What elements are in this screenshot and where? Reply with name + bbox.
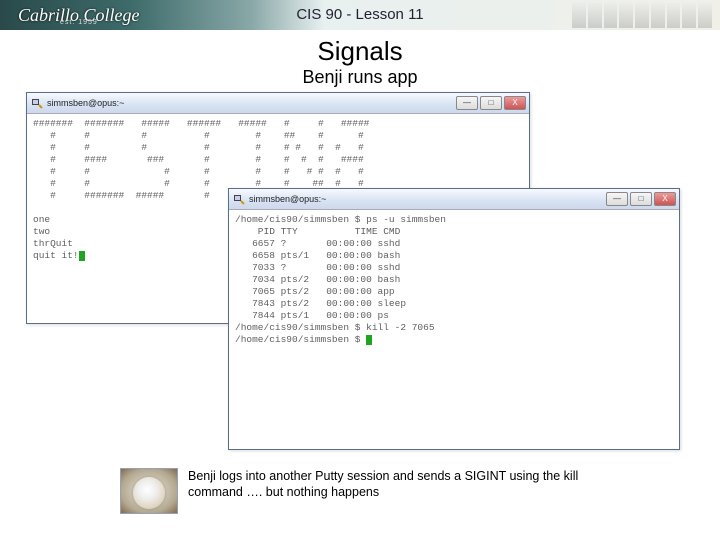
columns-decoration: [572, 2, 712, 28]
putty-icon: [233, 193, 245, 205]
ps-row: 6658 pts/1 00:00:00 bash: [235, 250, 400, 261]
putty-icon: [31, 97, 43, 109]
header-banner: Cabrillo College est. 1959 CIS 90 - Less…: [0, 0, 720, 30]
window2-title: simmsben@opus:~: [249, 194, 326, 204]
terminal-stage: simmsben@opus:~ — □ X ####### ####### ##…: [0, 92, 720, 462]
window1-title: simmsben@opus:~: [47, 98, 124, 108]
ps-row: 7065 pts/2 00:00:00 app: [235, 286, 395, 297]
minimize-button[interactable]: —: [606, 192, 628, 206]
banner-line: # # # # # ## # #: [33, 130, 364, 141]
ps-row: 7843 pts/2 00:00:00 sleep: [235, 298, 406, 309]
banner-line: # # # # # # # # # #: [33, 166, 364, 177]
maximize-button[interactable]: □: [480, 96, 502, 110]
prompt-line: /home/cis90/simmsben $ ps -u simmsben: [235, 214, 446, 225]
ps-row: 6657 ? 00:00:00 sshd: [235, 238, 400, 249]
window-controls-2: — □ X: [606, 192, 679, 206]
cursor-icon: [79, 251, 85, 261]
minimize-button[interactable]: —: [456, 96, 478, 110]
maximize-button[interactable]: □: [630, 192, 652, 206]
window-controls-1: — □ X: [456, 96, 529, 110]
putty-window-2: simmsben@opus:~ — □ X /home/cis90/simmsb…: [228, 188, 680, 450]
ps-header: PID TTY TIME CMD: [235, 226, 400, 237]
output-line: thrQuit: [33, 238, 73, 249]
terminal-body-2[interactable]: /home/cis90/simmsben $ ps -u simmsben PI…: [229, 210, 679, 449]
slide-heading: Signals: [0, 36, 720, 67]
output-line: one: [33, 214, 50, 225]
titlebar-2: simmsben@opus:~ — □ X: [229, 189, 679, 210]
output-line: two: [33, 226, 50, 237]
titlebar-1: simmsben@opus:~ — □ X: [27, 93, 529, 114]
close-button[interactable]: X: [504, 96, 526, 110]
banner-line: # # # # # # # # # #: [33, 142, 364, 153]
footer: Benji logs into another Putty session an…: [120, 468, 680, 514]
ps-row: 7033 ? 00:00:00 sshd: [235, 262, 400, 273]
output-line: quit it!: [33, 250, 79, 261]
footer-caption: Benji logs into another Putty session an…: [188, 468, 628, 500]
prompt-line: /home/cis90/simmsben $: [235, 334, 366, 345]
slide-subheading: Benji runs app: [0, 67, 720, 88]
prompt-line: /home/cis90/simmsben $ kill -2 7065: [235, 322, 435, 333]
ps-row: 7844 pts/1 00:00:00 ps: [235, 310, 389, 321]
dog-photo: [120, 468, 178, 514]
close-button[interactable]: X: [654, 192, 676, 206]
cursor-icon: [366, 335, 372, 345]
banner-line: # #### ### # # # # # ####: [33, 154, 364, 165]
ps-row: 7034 pts/2 00:00:00 bash: [235, 274, 400, 285]
banner-line: ####### ####### ##### ###### ##### # # #…: [33, 118, 369, 129]
